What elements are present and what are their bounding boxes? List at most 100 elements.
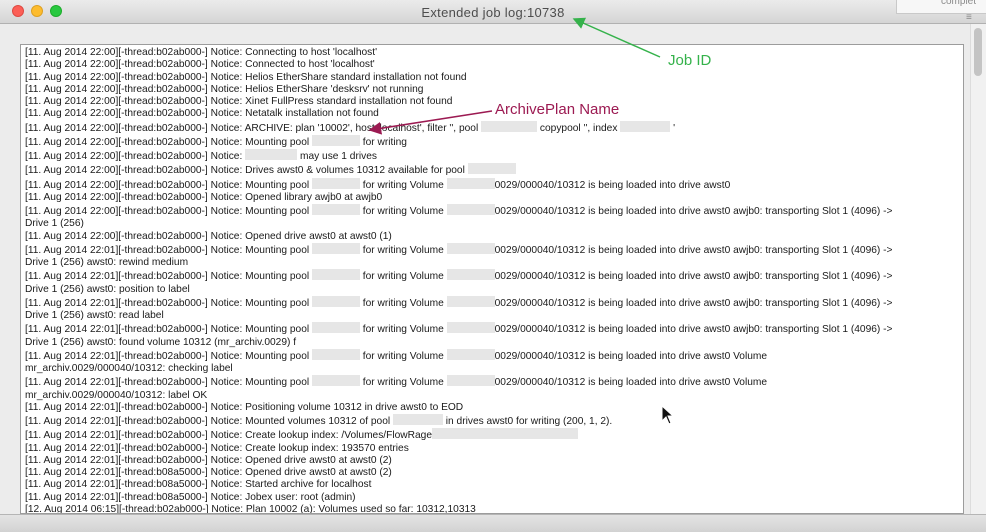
log-text: [11. Aug 2014 22:01][-thread:b02ab000-] …: [25, 350, 312, 362]
log-text: [11. Aug 2014 22:01][-thread:b02ab000-] …: [25, 377, 312, 389]
log-text: [11. Aug 2014 22:01][-thread:b02ab000-] …: [25, 430, 433, 442]
log-text: Drive 1 (256) awst0: position to label: [25, 283, 190, 295]
log-text: for writing Volume: [359, 271, 447, 283]
log-text: for writing Volume: [359, 324, 447, 336]
log-text: 0029/000040/10312 is being loaded into d…: [494, 324, 893, 336]
log-text: may use 1 drives: [297, 151, 377, 162]
log-text: [11. Aug 2014 22:00][-thread:b02ab000-] …: [25, 108, 379, 120]
redacted-text: [446, 322, 495, 334]
log-line: [11. Aug 2014 22:00][-thread:b02ab000-] …: [25, 59, 963, 71]
job-id-annotation: Job ID: [668, 52, 712, 69]
log-line: [11. Aug 2014 22:01][-thread:b02ab000-] …: [25, 348, 963, 363]
redacted-text: [432, 428, 579, 440]
log-text: 0029/000040/10312 is being loaded into d…: [494, 206, 893, 217]
log-text: [11. Aug 2014 22:00][-thread:b02ab000-] …: [25, 96, 453, 107]
redacted-text: [620, 120, 671, 132]
log-text: 0029/000040/10312 is being loaded into d…: [494, 271, 893, 283]
log-text: 0029/000040/10312 is being loaded into d…: [494, 179, 731, 191]
log-line: [11. Aug 2014 22:00][-thread:b02ab000-] …: [25, 47, 963, 59]
vertical-scrollbar[interactable]: [970, 24, 986, 514]
log-line: Drive 1 (256) awst0: position to label: [25, 284, 963, 296]
log-text: for writing Volume: [359, 206, 447, 217]
log-text: mr_archiv.0029/000040/10312: label OK: [25, 389, 208, 401]
redacted-text: [311, 204, 360, 215]
redacted-text: [245, 149, 298, 160]
redacted-text: [481, 120, 538, 132]
redacted-text: [446, 204, 495, 215]
log-line: [11. Aug 2014 22:01][-thread:b02ab000-] …: [25, 443, 963, 455]
log-line: [12. Aug 2014 06:15][-thread:b02ab000-] …: [25, 504, 963, 513]
log-text: for writing Volume: [359, 297, 447, 309]
log-line: [11. Aug 2014 22:01][-thread:b02ab000-] …: [25, 322, 963, 336]
log-text: [11. Aug 2014 22:00][-thread:b02ab000-] …: [25, 206, 312, 217]
log-text: copypool '', index: [537, 122, 621, 134]
log-line: [11. Aug 2014 22:01][-thread:b02ab000-] …: [25, 414, 963, 428]
log-text: [11. Aug 2014 22:01][-thread:b02ab000-] …: [25, 416, 393, 427]
log-line: [11. Aug 2014 22:00][-thread:b02ab000-] …: [25, 96, 963, 108]
log-text: for writing Volume: [359, 244, 447, 256]
window-bottom-bar: [0, 514, 986, 532]
log-line: Drive 1 (256) awst0: rewind medium: [25, 257, 963, 269]
log-line: [11. Aug 2014 22:01][-thread:b02ab000-] …: [25, 242, 963, 257]
log-text: Drive 1 (256) awst0: read label: [25, 310, 164, 321]
log-line: [11. Aug 2014 22:01][-thread:b02ab000-] …: [25, 295, 963, 310]
log-line: [11. Aug 2014 22:00][-thread:b02ab000-] …: [25, 192, 963, 204]
background-window-corner[interactable]: complet: [896, 0, 986, 14]
log-text: [11. Aug 2014 22:01][-thread:b02ab000-] …: [25, 442, 409, 454]
log-line: [11. Aug 2014 22:00][-thread:b02ab000-] …: [25, 134, 963, 149]
redacted-text: [446, 177, 495, 189]
mouse-pointer-icon: [661, 405, 675, 425]
redacted-text: [446, 348, 495, 360]
log-line: [11. Aug 2014 22:00][-thread:b02ab000-] …: [25, 149, 963, 163]
log-line: Drive 1 (256) awst0: read label: [25, 310, 963, 322]
archive-plan-name-annotation: ArchivePlan Name: [495, 101, 620, 118]
log-text: 0029/000040/10312 is being loaded into d…: [494, 350, 768, 362]
log-lines: [11. Aug 2014 22:00][-thread:b02ab000-] …: [21, 45, 963, 513]
log-line: [11. Aug 2014 22:00][-thread:b02ab000-] …: [25, 231, 963, 243]
log-line: [11. Aug 2014 22:00][-thread:b02ab000-] …: [25, 108, 963, 120]
log-line: [11. Aug 2014 22:01][-thread:b08a5000-] …: [25, 492, 963, 504]
log-line: [11. Aug 2014 22:01][-thread:b08a5000-] …: [25, 467, 963, 479]
log-text: [11. Aug 2014 22:00][-thread:b02ab000-] …: [25, 230, 392, 242]
log-line: [11. Aug 2014 22:01][-thread:b02ab000-] …: [25, 375, 963, 389]
log-text: [11. Aug 2014 22:01][-thread:b08a5000-] …: [25, 491, 356, 503]
log-text: [11. Aug 2014 22:00][-thread:b02ab000-] …: [25, 136, 312, 148]
log-text: [11. Aug 2014 22:00][-thread:b02ab000-] …: [25, 83, 424, 95]
log-text: [11. Aug 2014 22:01][-thread:b02ab000-] …: [25, 324, 312, 336]
scrollbar-thumb[interactable]: [974, 28, 982, 76]
log-text: [11. Aug 2014 22:00][-thread:b02ab000-] …: [25, 151, 246, 162]
log-line: [11. Aug 2014 22:01][-thread:b02ab000-] …: [25, 402, 963, 414]
log-text: for writing Volume: [359, 179, 447, 191]
log-text: Drive 1 (256): [25, 218, 84, 230]
log-line: [11. Aug 2014 22:00][-thread:b02ab000-] …: [25, 84, 963, 96]
menu-lines-icon: ≡: [966, 12, 972, 23]
log-line: Drive 1 (256) awst0: found volume 10312 …: [25, 337, 963, 349]
redacted-text: [392, 414, 443, 425]
log-line: Drive 1 (256): [25, 218, 963, 230]
log-line: mr_archiv.0029/000040/10312: checking la…: [25, 363, 963, 375]
log-text: 0029/000040/10312 is being loaded into d…: [494, 244, 893, 256]
log-text: [11. Aug 2014 22:01][-thread:b02ab000-] …: [25, 244, 312, 256]
log-text: for writing: [359, 136, 407, 148]
log-line: [11. Aug 2014 22:01][-thread:b02ab000-] …: [25, 428, 963, 442]
log-text: for writing Volume: [359, 377, 447, 389]
redacted-text: [311, 322, 360, 334]
redacted-text: [467, 163, 516, 175]
log-line: [11. Aug 2014 22:00][-thread:b02ab000-] …: [25, 204, 963, 218]
log-text: 0029/000040/10312 is being loaded into d…: [494, 297, 893, 309]
log-text: for writing Volume: [359, 350, 447, 362]
log-line: [11. Aug 2014 22:01][-thread:b02ab000-] …: [25, 455, 963, 467]
log-line: [11. Aug 2014 22:00][-thread:b02ab000-] …: [25, 177, 963, 192]
log-line: [11. Aug 2014 22:00][-thread:b02ab000-] …: [25, 120, 963, 135]
redacted-text: [311, 375, 360, 387]
log-text: [11. Aug 2014 22:01][-thread:b02ab000-] …: [25, 271, 312, 283]
background-window-text: complet: [941, 0, 977, 7]
window-title: Extended job log:10738: [421, 5, 565, 20]
log-text: 0029/000040/10312 is being loaded into d…: [494, 377, 768, 389]
redacted-text: [446, 242, 495, 254]
log-line: [11. Aug 2014 22:00][-thread:b02ab000-] …: [25, 72, 963, 84]
redacted-text: [446, 269, 495, 281]
log-line: mr_archiv.0029/000040/10312: label OK: [25, 390, 963, 402]
log-text: [11. Aug 2014 22:00][-thread:b02ab000-] …: [25, 59, 375, 71]
job-log-text-area[interactable]: [11. Aug 2014 22:00][-thread:b02ab000-] …: [20, 44, 964, 514]
